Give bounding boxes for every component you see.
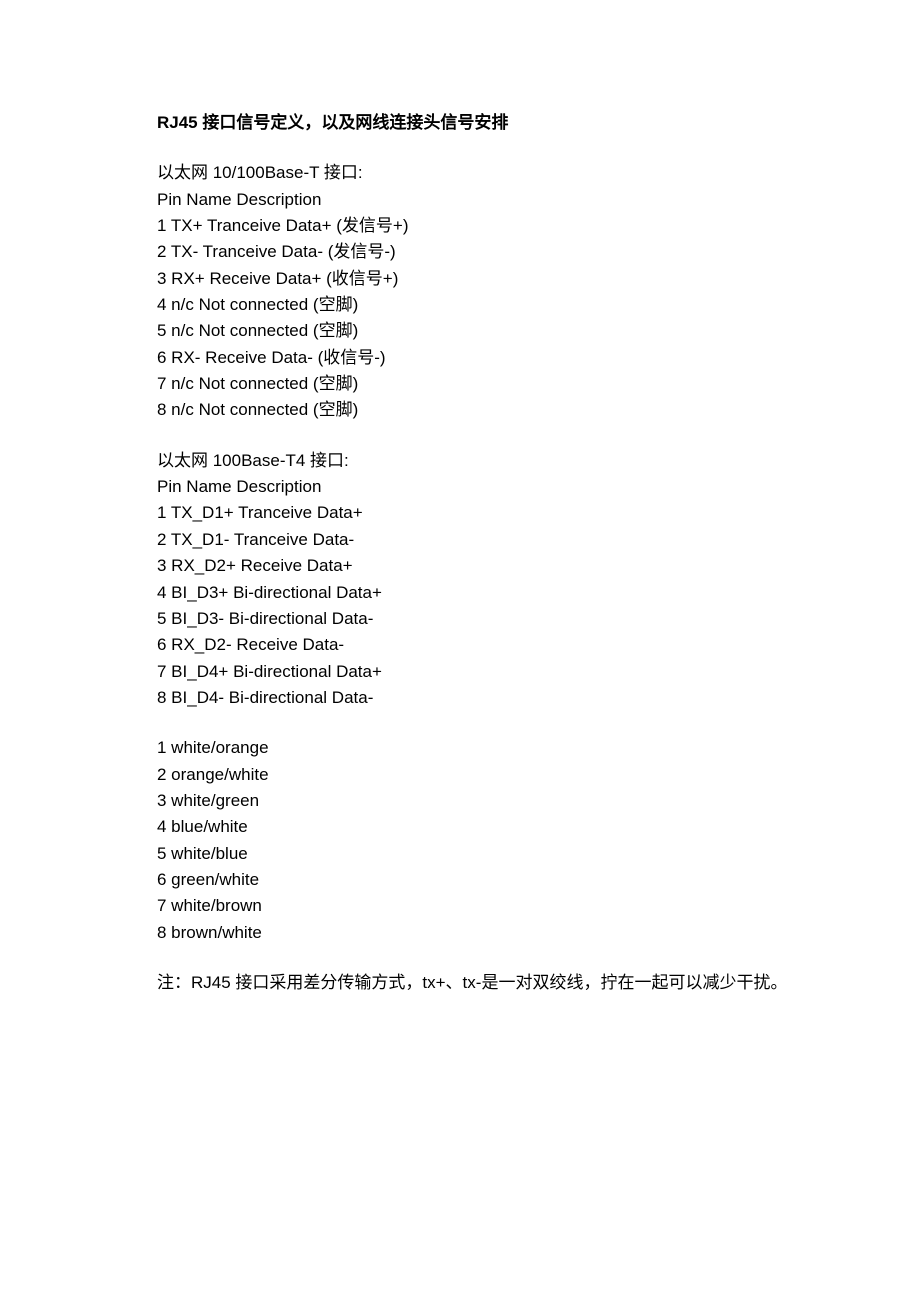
section-100base-t4: 以太网 100Base-T4 接口: Pin Name Description … bbox=[157, 448, 920, 711]
pin-line: 7 BI_D4+ Bi-directional Data+ bbox=[157, 659, 920, 685]
pin-line: 5 BI_D3- Bi-directional Data- bbox=[157, 606, 920, 632]
pin-line: 4 n/c Not connected (空脚) bbox=[157, 292, 920, 318]
section1-header: 以太网 10/100Base-T 接口: bbox=[157, 160, 920, 186]
pin-line: 3 RX_D2+ Receive Data+ bbox=[157, 553, 920, 579]
section2-subheader: Pin Name Description bbox=[157, 474, 920, 500]
color-line: 3 white/green bbox=[157, 788, 920, 814]
pin-line: 2 TX_D1- Tranceive Data- bbox=[157, 527, 920, 553]
section-wire-colors: 1 white/orange 2 orange/white 3 white/gr… bbox=[157, 735, 920, 946]
color-line: 5 white/blue bbox=[157, 841, 920, 867]
color-line: 4 blue/white bbox=[157, 814, 920, 840]
section-10-100base-t: 以太网 10/100Base-T 接口: Pin Name Descriptio… bbox=[157, 160, 920, 423]
color-line: 8 brown/white bbox=[157, 920, 920, 946]
section1-subheader: Pin Name Description bbox=[157, 187, 920, 213]
color-line: 7 white/brown bbox=[157, 893, 920, 919]
document-title: RJ45 接口信号定义，以及网线连接头信号安排 bbox=[157, 110, 920, 136]
pin-line: 4 BI_D3+ Bi-directional Data+ bbox=[157, 580, 920, 606]
footnote: 注：RJ45 接口采用差分传输方式，tx+、tx-是一对双绞线，拧在一起可以减少… bbox=[157, 970, 920, 996]
pin-line: 1 TX+ Tranceive Data+ (发信号+) bbox=[157, 213, 920, 239]
pin-line: 8 n/c Not connected (空脚) bbox=[157, 397, 920, 423]
color-line: 1 white/orange bbox=[157, 735, 920, 761]
color-line: 6 green/white bbox=[157, 867, 920, 893]
pin-line: 7 n/c Not connected (空脚) bbox=[157, 371, 920, 397]
pin-line: 3 RX+ Receive Data+ (收信号+) bbox=[157, 266, 920, 292]
pin-line: 5 n/c Not connected (空脚) bbox=[157, 318, 920, 344]
pin-line: 6 RX- Receive Data- (收信号-) bbox=[157, 345, 920, 371]
section2-header: 以太网 100Base-T4 接口: bbox=[157, 448, 920, 474]
pin-line: 1 TX_D1+ Tranceive Data+ bbox=[157, 500, 920, 526]
pin-line: 8 BI_D4- Bi-directional Data- bbox=[157, 685, 920, 711]
pin-line: 2 TX- Tranceive Data- (发信号-) bbox=[157, 239, 920, 265]
pin-line: 6 RX_D2- Receive Data- bbox=[157, 632, 920, 658]
color-line: 2 orange/white bbox=[157, 762, 920, 788]
